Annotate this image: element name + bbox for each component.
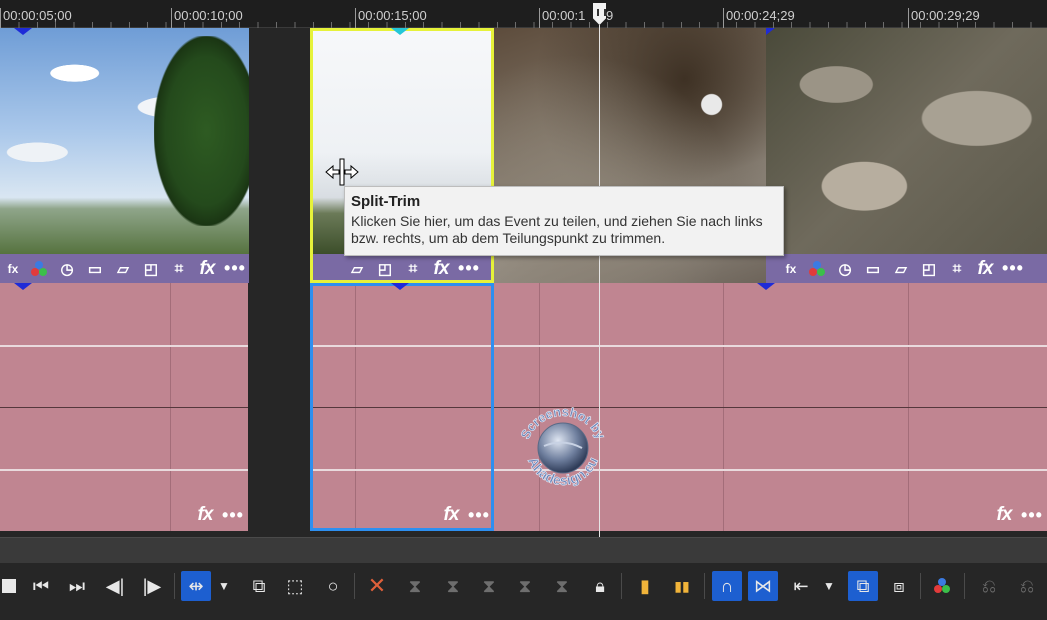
stop-button[interactable]	[0, 571, 20, 601]
ruler-label-29s: 00:00:29;29	[911, 8, 980, 23]
timeline-ruler[interactable]: 00:00:05;00 00:00:10;00 00:00:15;00 00:0…	[0, 0, 1047, 28]
ruler-label-10s: 00:00:10;00	[174, 8, 243, 23]
video-event-4[interactable]: fx ◷ ▭ ▱ ◰ ⌗ fx •••	[766, 28, 1047, 283]
crop-icon[interactable]: ⌗	[402, 259, 424, 279]
ripple-dropdown-icon[interactable]: ▼	[820, 571, 838, 601]
ruler-label-24s: 00:00:24;29	[726, 8, 795, 23]
selection-rect-icon[interactable]: ⬚	[280, 571, 310, 601]
ruler-major-tick	[171, 8, 172, 28]
video-thumbnail	[0, 28, 249, 254]
auto-crossfade-icon[interactable]: ⋈	[748, 571, 778, 601]
ruler-label-5s: 00:00:05;00	[3, 8, 72, 23]
audio-event-toolbar: fx •••	[440, 504, 490, 525]
event-fx-icon[interactable]: fx	[780, 259, 802, 279]
audio-fx-button[interactable]: fx	[440, 504, 462, 525]
media-fx-icon[interactable]: ◰	[918, 259, 940, 279]
ruler-major-tick	[723, 8, 724, 28]
watermark-logo: Screenshot by Ahadesign.eu	[517, 404, 609, 489]
ruler-major-tick	[0, 8, 1, 28]
audio-fx-button[interactable]: fx	[194, 504, 216, 525]
clock-icon[interactable]: ◷	[834, 259, 856, 279]
split-trim-tooltip: Split-Trim Klicken Sie hier, um das Even…	[344, 186, 784, 256]
clock-icon[interactable]: ◷	[56, 259, 78, 279]
timeline-scroll-area[interactable]	[0, 537, 1047, 563]
delete-icon[interactable]: ✕	[362, 571, 392, 601]
trim-end-icon[interactable]: ⧗	[438, 571, 468, 601]
compositing-icon[interactable]	[928, 571, 958, 601]
video-event-toolbar: fx ◷ ▭ ▱ ◰ ⌗ fx •••	[766, 254, 1047, 283]
region-icon[interactable]: ▮▮	[667, 571, 697, 601]
timeline-cursor-line	[599, 25, 600, 537]
audio-event-toolbar: fx •••	[194, 504, 244, 525]
ruler-label-15s: 00:00:15;00	[358, 8, 427, 23]
ruler-label-19s-part1: 00:00:1	[542, 8, 586, 23]
event-marker-icon	[14, 283, 32, 290]
split-trim-tool-button[interactable]: ⇹	[181, 571, 211, 601]
tooltip-body: Klicken Sie hier, um das Event zu teilen…	[351, 213, 763, 246]
event-fx-button[interactable]: fx	[196, 258, 218, 279]
panorama-icon[interactable]: ▭	[84, 259, 106, 279]
next-frame-button[interactable]: |▶	[137, 571, 167, 601]
ripple-edit-icon[interactable]: ⇤	[786, 571, 816, 601]
panorama-icon[interactable]: ▭	[862, 259, 884, 279]
timeline-editor: { "ruler": { "labels": ["00:00:05;00", "…	[0, 0, 1047, 620]
trim-event-icon[interactable]: ⧗	[547, 571, 577, 601]
ruler-label-19s-part2: 9	[606, 8, 614, 23]
zoom-icon[interactable]: ○	[318, 571, 348, 601]
video-event-toolbar: fx ◷ ▭ ▱ ◰ ⌗ fx •••	[0, 254, 249, 283]
stabilize-icon[interactable]: ▱	[112, 259, 134, 279]
tooltip-title: Split-Trim	[351, 193, 421, 210]
prev-frame-button[interactable]: ◀|	[100, 571, 130, 601]
audio-fx-button[interactable]: fx	[993, 504, 1015, 525]
ignore-grouping-icon[interactable]: ⧈	[884, 571, 914, 601]
lock-envelopes-icon[interactable]: ⧉	[848, 571, 878, 601]
video-event-1[interactable]: fx ◷ ▭ ▱ ◰ ⌗ fx •••	[0, 28, 249, 283]
media-fx-icon[interactable]: ◰	[374, 259, 396, 279]
event-marker-icon	[391, 28, 409, 35]
more-icon[interactable]: •••	[458, 258, 480, 279]
more-icon[interactable]: •••	[468, 505, 490, 525]
event-marker-icon	[757, 283, 775, 290]
snapping-magnet-icon[interactable]: ∩	[712, 571, 742, 601]
event-fx-icon[interactable]: fx	[2, 259, 24, 279]
next-event-button[interactable]: ⏭	[62, 571, 92, 601]
ruler-major-tick	[908, 8, 909, 28]
video-thumbnail	[766, 28, 1047, 254]
media-fx-icon[interactable]: ◰	[140, 259, 162, 279]
lock-icon[interactable]: 🔒︎	[585, 571, 615, 601]
audio-event-1[interactable]: fx •••	[0, 283, 248, 531]
audio-event-toolbar: fx •••	[993, 504, 1043, 525]
event-fx-button[interactable]: fx	[974, 258, 996, 279]
redo-icon[interactable]: ⎌	[1012, 571, 1042, 601]
more-icon[interactable]: •••	[1002, 258, 1024, 279]
crop-icon[interactable]: ⌗	[946, 259, 968, 279]
color-grading-icon[interactable]	[808, 259, 828, 279]
group-icon[interactable]: ⧉	[244, 571, 274, 601]
event-marker-icon	[14, 28, 32, 35]
event-fx-button[interactable]: fx	[430, 258, 452, 279]
split-icon[interactable]: ⧗	[474, 571, 504, 601]
trim-start-icon[interactable]: ⧗	[400, 571, 430, 601]
stabilize-icon[interactable]: ▱	[346, 259, 368, 279]
color-grading-icon[interactable]	[30, 259, 50, 279]
event-marker-icon	[766, 28, 775, 35]
stabilize-icon[interactable]: ▱	[890, 259, 912, 279]
crop-icon[interactable]: ⌗	[168, 259, 190, 279]
more-icon[interactable]: •••	[222, 505, 244, 525]
ruler-major-tick	[355, 8, 356, 28]
more-icon[interactable]: •••	[1021, 505, 1043, 525]
ruler-major-tick	[539, 8, 540, 28]
video-event-toolbar: ▱ ◰ ⌗ fx •••	[310, 254, 494, 283]
more-icon[interactable]: •••	[224, 258, 246, 279]
edit-tool-dropdown-icon[interactable]: ▼	[215, 571, 233, 601]
audio-event-2-selected[interactable]: fx •••	[310, 283, 494, 531]
marker-icon[interactable]: ▮	[630, 571, 660, 601]
trim-icon[interactable]: ⧗	[510, 571, 540, 601]
event-marker-icon	[391, 283, 409, 290]
split-trim-cursor-icon	[325, 158, 359, 186]
undo-icon[interactable]: ⎌	[974, 571, 1004, 601]
prev-event-button[interactable]: ⏮	[26, 571, 56, 601]
